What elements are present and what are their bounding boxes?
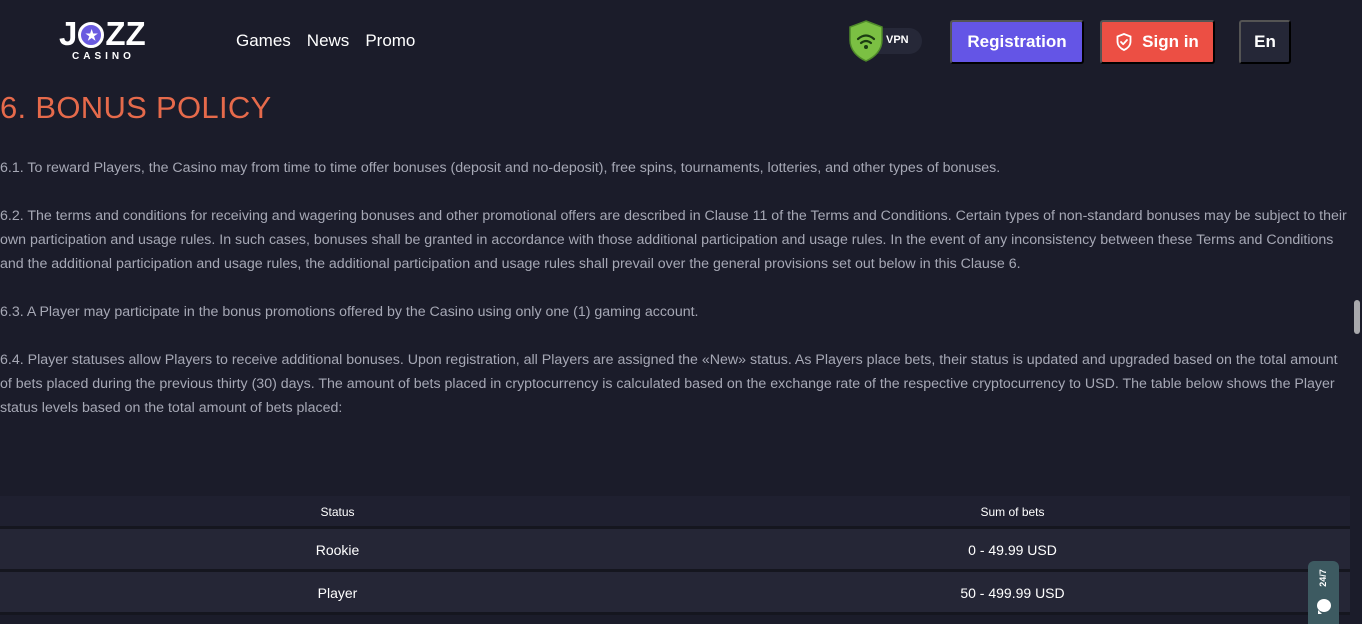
table-row: Rookie 0 - 49.99 USD <box>0 529 1350 572</box>
sum-of-bets-cell: 0 - 49.99 USD <box>968 542 1057 558</box>
chat-bubble-icon <box>1317 599 1331 614</box>
scrollbar-thumb[interactable] <box>1354 300 1360 334</box>
status-cell: Rookie <box>315 542 360 558</box>
nav-item-promo[interactable]: Promo <box>365 31 415 51</box>
paragraph-6-4: 6.4. Player statuses allow Players to re… <box>0 352 1338 416</box>
language-selector[interactable]: En <box>1239 20 1291 64</box>
shield-check-icon <box>1116 33 1132 51</box>
status-cell: Player <box>317 585 358 601</box>
column-header-status: Status <box>320 505 355 519</box>
page: 6. BONUS POLICY 6.1. To reward Players, … <box>0 0 1362 624</box>
paragraph-6-2: 6.2. The terms and conditions for receiv… <box>0 208 1347 272</box>
table-header-row: Status Sum of bets <box>0 496 1350 529</box>
paragraph-6-1: 6.1. To reward Players, the Casino may f… <box>0 160 1001 176</box>
paragraph-6-3: 6.3. A Player may participate in the bon… <box>0 304 699 320</box>
table-row: Player 50 - 499.99 USD <box>0 572 1350 615</box>
main-nav: Games News Promo <box>236 31 415 51</box>
support-chat-widget[interactable]: 24/7 <box>1308 561 1339 624</box>
column-header-sum-of-bets: Sum of bets <box>980 505 1045 519</box>
status-table: Status Sum of bets Rookie 0 - 49.99 USD … <box>0 496 1350 615</box>
sum-of-bets-cell: 50 - 499.99 USD <box>960 585 1065 601</box>
sign-in-button[interactable]: Sign in <box>1100 20 1215 64</box>
site-header: JZZ CASINO Games News Promo VPN Registra… <box>0 0 1352 84</box>
logo-subtitle: CASINO <box>72 51 135 62</box>
brand-logo[interactable]: JZZ CASINO <box>59 17 159 65</box>
casino-chip-icon <box>78 22 105 48</box>
logo-wordmark: JZZ <box>59 17 146 51</box>
vpn-label: VPN <box>886 34 909 46</box>
registration-button[interactable]: Registration <box>950 20 1084 64</box>
sign-in-label: Sign in <box>1142 32 1199 51</box>
nav-item-news[interactable]: News <box>307 31 350 51</box>
vpn-shield-icon <box>849 20 883 62</box>
nav-item-games[interactable]: Games <box>236 31 291 51</box>
support-label: 24/7 <box>1318 569 1328 587</box>
vertical-scrollbar[interactable] <box>1352 0 1362 624</box>
section-title: 6. BONUS POLICY <box>0 90 272 125</box>
vpn-badge[interactable]: VPN <box>846 20 924 62</box>
